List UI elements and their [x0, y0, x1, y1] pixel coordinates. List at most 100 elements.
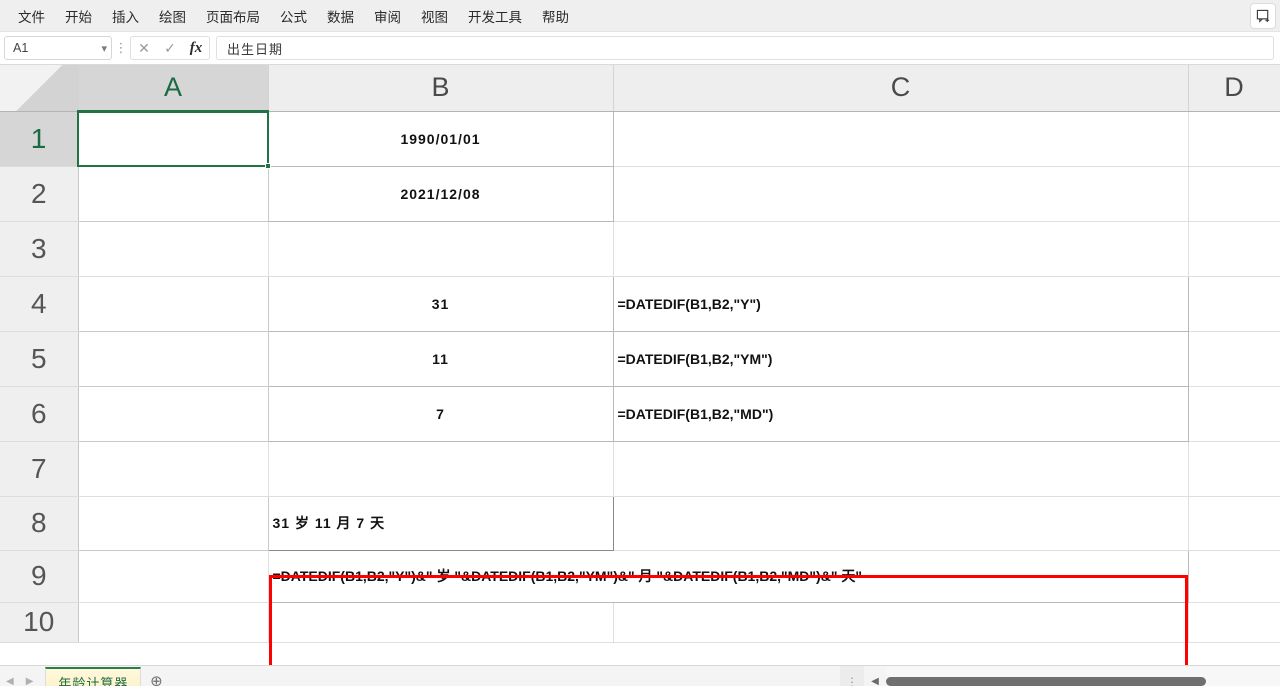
cell-a1[interactable]: 出生日期 [78, 111, 268, 166]
cell-c7[interactable] [613, 441, 1188, 496]
menu-item-formulas[interactable]: 公式 [270, 2, 317, 30]
row-header-9[interactable]: 9 [0, 550, 78, 602]
cell-d2[interactable] [1188, 166, 1280, 221]
menu-item-view[interactable]: 视图 [411, 2, 458, 30]
cell-b10[interactable] [268, 602, 613, 642]
column-header-c[interactable]: C [613, 65, 1188, 111]
column-header-a[interactable]: A [78, 65, 268, 111]
row-header-5[interactable]: 5 [0, 331, 78, 386]
name-box[interactable]: A1 ▾ [4, 36, 112, 60]
cell-c2[interactable] [613, 166, 1188, 221]
cell-b7[interactable] [268, 441, 613, 496]
cell-d8[interactable] [1188, 496, 1280, 550]
formula-bar: A1 ▾ ⋮ ✕ ✓ fx 出生日期 [0, 32, 1280, 65]
cell-b6[interactable]: 7 [268, 386, 613, 441]
menu-item-data[interactable]: 数据 [317, 2, 364, 30]
cell-d3[interactable] [1188, 221, 1280, 276]
cell-a4[interactable]: 年 [78, 276, 268, 331]
row-header-6[interactable]: 6 [0, 386, 78, 441]
table-row: 4 年 31 =DATEDIF(B1,B2,"Y") [0, 276, 1280, 331]
table-row: 9 =DATEDIF(B1,B2,"Y")&" 岁 "&DATEDIF(B1,B… [0, 550, 1280, 602]
plus-circle-icon[interactable]: ⊕ [141, 672, 171, 686]
cell-d7[interactable] [1188, 441, 1280, 496]
row-header-7[interactable]: 7 [0, 441, 78, 496]
cell-b9-formula-text[interactable]: =DATEDIF(B1,B2,"Y")&" 岁 "&DATEDIF(B1,B2,… [268, 550, 1188, 602]
menu-item-draw[interactable]: 绘图 [149, 2, 196, 30]
cell-c5[interactable]: =DATEDIF(B1,B2,"YM") [613, 331, 1188, 386]
column-header-b[interactable]: B [268, 65, 613, 111]
row-header-3[interactable]: 3 [0, 221, 78, 276]
cell-d1[interactable] [1188, 111, 1280, 166]
row-header-10[interactable]: 10 [0, 602, 78, 642]
cell-c3[interactable] [613, 221, 1188, 276]
cell-a6[interactable]: 日 [78, 386, 268, 441]
menu-item-developer[interactable]: 开发工具 [458, 2, 532, 30]
cell-b5[interactable]: 11 [268, 331, 613, 386]
cell-c8[interactable] [613, 496, 1188, 550]
table-row: 6 日 7 =DATEDIF(B1,B2,"MD") [0, 386, 1280, 441]
cell-a7[interactable] [78, 441, 268, 496]
menu-item-file[interactable]: 文件 [8, 2, 55, 30]
table-row: 3 [0, 221, 1280, 276]
table-row: 2 当前日期 2021/12/08 [0, 166, 1280, 221]
table-row: 7 [0, 441, 1280, 496]
cell-a3[interactable] [78, 221, 268, 276]
row-header-4[interactable]: 4 [0, 276, 78, 331]
horizontal-scrollbar-thumb[interactable] [886, 677, 1206, 686]
menu-item-page-layout[interactable]: 页面布局 [196, 2, 270, 30]
cell-b3[interactable] [268, 221, 613, 276]
menu-item-insert[interactable]: 插入 [102, 2, 149, 30]
scroll-left-triangle-icon[interactable]: ◀ [864, 676, 886, 686]
fx-icon[interactable]: fx [183, 37, 209, 59]
vertical-dots-icon[interactable]: ⋮ [840, 666, 864, 686]
cell-a8[interactable]: 年龄 [78, 496, 268, 550]
triangle-left-icon[interactable]: ◀ [6, 676, 14, 686]
table-row: 10 [0, 602, 1280, 642]
menu-item-home[interactable]: 开始 [55, 2, 102, 30]
triangle-right-icon[interactable]: ▶ [26, 676, 34, 686]
sheet-tab-age-calculator[interactable]: 年龄计算器 [45, 667, 141, 686]
formula-input[interactable]: 出生日期 [216, 36, 1274, 60]
menu-bar: 文件 开始 插入 绘图 页面布局 公式 数据 审阅 视图 开发工具 帮助 [0, 0, 1280, 32]
cell-a5[interactable]: 月 [78, 331, 268, 386]
cell-b2[interactable]: 2021/12/08 [268, 166, 613, 221]
cell-c6[interactable]: =DATEDIF(B1,B2,"MD") [613, 386, 1188, 441]
select-all-corner[interactable] [0, 65, 78, 111]
table-row: 5 月 11 =DATEDIF(B1,B2,"YM") [0, 331, 1280, 386]
table-row: 1 出生日期 1990/01/01 [0, 111, 1280, 166]
cell-c1[interactable] [613, 111, 1188, 166]
cell-d5[interactable] [1188, 331, 1280, 386]
cell-b1[interactable]: 1990/01/01 [268, 111, 613, 166]
confirm-check-icon[interactable]: ✓ [157, 37, 183, 59]
formula-action-buttons: ✕ ✓ fx [130, 36, 210, 60]
chevron-down-icon[interactable]: ▾ [101, 42, 107, 55]
cell-d10[interactable] [1188, 602, 1280, 642]
horizontal-scrollbar-track[interactable] [886, 666, 1280, 686]
cell-d6[interactable] [1188, 386, 1280, 441]
menu-item-review[interactable]: 审阅 [364, 2, 411, 30]
cell-b8[interactable]: 31 岁 11 月 7 天 [268, 496, 613, 550]
menu-item-help[interactable]: 帮助 [532, 2, 579, 30]
cell-a2[interactable]: 当前日期 [78, 166, 268, 221]
cell-c10[interactable] [613, 602, 1188, 642]
spreadsheet-grid[interactable]: A B C D 1 出生日期 1990/01/01 2 当前日期 2021/12… [0, 65, 1280, 665]
table-row: 8 年龄 31 岁 11 月 7 天 [0, 496, 1280, 550]
cell-a9[interactable] [78, 550, 268, 602]
vertical-dots-icon[interactable]: ⋮ [114, 43, 128, 53]
row-header-8[interactable]: 8 [0, 496, 78, 550]
status-bar: ◀ ▶ 年龄计算器 ⊕ ⋮ ◀ [0, 665, 1280, 686]
sheet-nav-arrows: ◀ ▶ [0, 676, 39, 686]
comment-icon[interactable] [1250, 3, 1276, 29]
cell-b4[interactable]: 31 [268, 276, 613, 331]
cell-d4[interactable] [1188, 276, 1280, 331]
column-header-d[interactable]: D [1188, 65, 1280, 111]
column-header-row: A B C D [0, 65, 1280, 111]
horizontal-scroll-area: ⋮ ◀ [840, 666, 1280, 686]
row-header-1[interactable]: 1 [0, 111, 78, 166]
cancel-x-icon[interactable]: ✕ [131, 37, 157, 59]
row-header-2[interactable]: 2 [0, 166, 78, 221]
cell-a10[interactable] [78, 602, 268, 642]
cell-d9[interactable] [1188, 550, 1280, 602]
cell-c4[interactable]: =DATEDIF(B1,B2,"Y") [613, 276, 1188, 331]
name-box-value: A1 [13, 41, 101, 55]
